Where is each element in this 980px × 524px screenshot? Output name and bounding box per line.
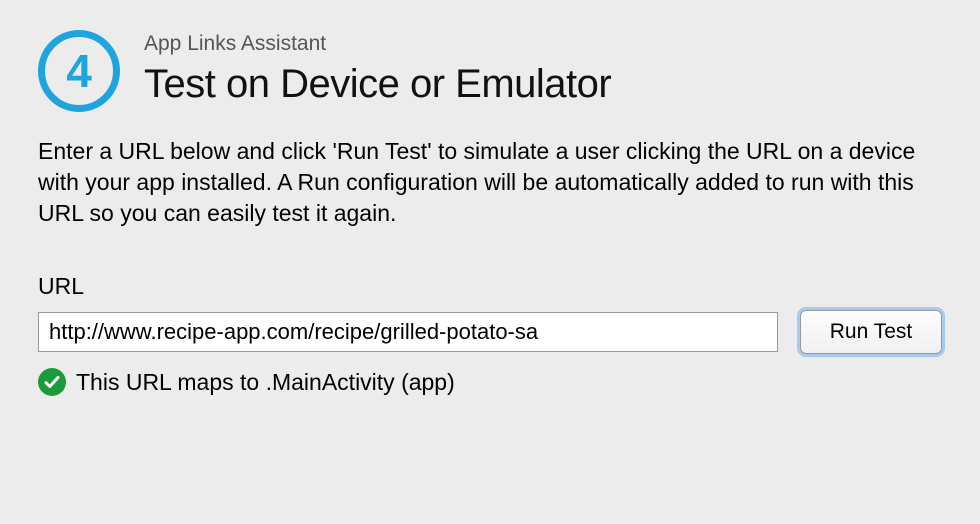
url-section: URL Run Test — [38, 273, 942, 354]
status-row: This URL maps to .MainActivity (app) — [38, 368, 942, 396]
wizard-subtitle: App Links Assistant — [144, 32, 611, 56]
wizard-title: Test on Device or Emulator — [144, 62, 611, 107]
status-text: This URL maps to .MainActivity (app) — [76, 369, 455, 396]
step-indicator: 4 — [38, 30, 120, 112]
step-number: 4 — [66, 48, 92, 94]
url-input[interactable] — [38, 312, 778, 352]
url-label: URL — [38, 273, 942, 300]
header-text-block: App Links Assistant Test on Device or Em… — [144, 28, 611, 107]
checkmark-icon — [38, 368, 66, 396]
wizard-description: Enter a URL below and click 'Run Test' t… — [38, 136, 942, 229]
url-input-row: Run Test — [38, 310, 942, 354]
run-test-button[interactable]: Run Test — [800, 310, 942, 354]
wizard-header: 4 App Links Assistant Test on Device or … — [38, 28, 942, 112]
